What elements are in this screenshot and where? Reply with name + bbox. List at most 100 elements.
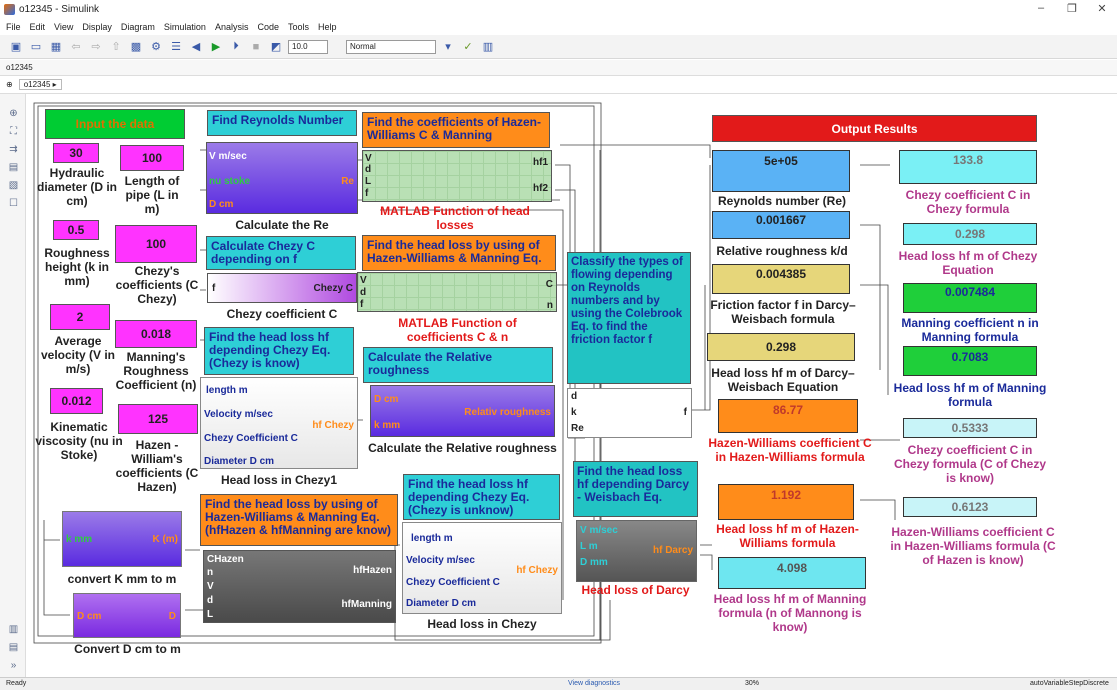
chezy2-port-velocity: Velocity m/sec — [406, 555, 475, 566]
menu-help[interactable]: Help — [318, 22, 337, 32]
stop-time-input[interactable]: 10.0 — [288, 39, 328, 54]
input-data-header[interactable]: Input the data — [45, 109, 185, 139]
model-explorer-icon[interactable]: ☰ — [168, 39, 184, 55]
manning-formula-display[interactable]: 0.7083 — [903, 346, 1037, 376]
solver-name[interactable]: autoVariableStepDiscrete — [1030, 678, 1109, 690]
back-icon[interactable]: ⇦ — [68, 39, 84, 55]
hazen-coefficient-constant[interactable]: 125 — [118, 404, 198, 434]
hide-browser-icon[interactable]: ⊕ — [6, 80, 13, 89]
step-back-icon[interactable]: ◀ — [188, 39, 204, 55]
menu-bar: File Edit View Display Diagram Simulatio… — [0, 19, 1117, 35]
new-model-icon[interactable]: ▣ — [8, 39, 24, 55]
darcy-headloss-display[interactable]: 0.298 — [707, 333, 855, 361]
hazen-c-display[interactable]: 86.77 — [718, 399, 858, 433]
save-icon[interactable]: ▦ — [48, 39, 64, 55]
zoom-icon[interactable]: ⊕ — [7, 108, 20, 120]
relative-roughness-display[interactable]: 0.001667 — [712, 211, 850, 239]
check-model-icon[interactable]: ✓ — [460, 39, 476, 55]
roughness-height-constant[interactable]: 0.5 — [53, 220, 99, 240]
menu-tools[interactable]: Tools — [288, 22, 309, 32]
chezy-coefficient-constant[interactable]: 100 — [115, 225, 197, 263]
menu-view[interactable]: View — [54, 22, 73, 32]
simulation-mode-select[interactable]: Normal — [346, 39, 436, 54]
darcy-port-v: V m/sec — [580, 525, 618, 536]
close-button[interactable]: ✕ — [1092, 2, 1112, 15]
area-icon[interactable]: ☐ — [7, 198, 20, 210]
menu-diagram[interactable]: Diagram — [121, 22, 155, 32]
breadcrumb[interactable]: o12345 ▸ — [18, 79, 62, 90]
chevron-down-icon[interactable]: ▾ — [440, 39, 456, 55]
minimize-button[interactable]: – — [1031, 2, 1051, 14]
chezy-f-block[interactable]: f Chezy C — [207, 273, 357, 303]
chezy1-title[interactable]: Find the head loss hf depending Chezy Eq… — [204, 327, 354, 375]
output-results-header[interactable]: Output Results — [712, 115, 1037, 142]
manning-headloss-display[interactable]: 4.098 — [718, 557, 866, 589]
pipe-length-constant[interactable]: 100 — [120, 145, 184, 171]
chezy-headloss-display[interactable]: 0.298 — [903, 223, 1037, 245]
menu-analysis[interactable]: Analysis — [215, 22, 249, 32]
reynolds-display-label: Reynolds number (Re) — [717, 194, 846, 208]
up-icon[interactable]: ⇧ — [108, 39, 124, 55]
expand-icon[interactable]: » — [7, 660, 20, 672]
maximize-button[interactable]: ❐ — [1062, 2, 1082, 15]
kinematic-viscosity-constant[interactable]: 0.012 — [50, 388, 103, 414]
run-icon[interactable]: ▶ — [208, 39, 224, 55]
reynolds-display[interactable]: 5e+05 — [712, 150, 850, 192]
chezy2-title[interactable]: Find the head loss hf depending Chezy Eq… — [403, 474, 560, 520]
coefficients-function-block[interactable]: V d f C n — [357, 272, 557, 312]
manning-coefficient-constant[interactable]: 0.018 — [115, 320, 197, 348]
convert-d-port-out: D — [168, 611, 176, 622]
forward-icon[interactable]: ⇨ — [88, 39, 104, 55]
menu-simulation[interactable]: Simulation — [164, 22, 206, 32]
hazen-headloss-display[interactable]: 1.192 — [718, 484, 854, 520]
property-inspector-icon[interactable]: ▤ — [7, 642, 20, 654]
manning-formula-label: Head loss hf m of Manning formula — [893, 381, 1047, 409]
friction-factor-display[interactable]: 0.004385 — [712, 264, 850, 294]
open-icon[interactable]: ▭ — [28, 39, 44, 55]
reynolds-port-v: V m/sec — [209, 151, 247, 162]
hazen-known-display[interactable]: 0.6123 — [903, 497, 1037, 517]
reynolds-block[interactable]: V m/sec nu stoke D cm Re — [206, 142, 358, 214]
rel-rough-block[interactable]: D cm k mm Relativ roughness — [370, 385, 555, 437]
image-icon[interactable]: ▧ — [7, 180, 20, 192]
menu-code[interactable]: Code — [257, 22, 279, 32]
menu-edit[interactable]: Edit — [30, 22, 46, 32]
step-forward-icon[interactable]: ⏵ — [228, 39, 244, 55]
gear-icon[interactable]: ⚙ — [148, 39, 164, 55]
chezy-f-title[interactable]: Calculate Chezy C depending on f — [206, 236, 356, 270]
reynolds-title[interactable]: Find Reynolds Number — [207, 110, 357, 136]
arrow-icon[interactable]: ⇉ — [7, 144, 20, 156]
colebrook-port-f: f — [683, 407, 687, 418]
model-tab[interactable]: o12345 — [0, 60, 1117, 76]
hazen-coef-title[interactable]: Find the coefficients of Hazen-Williams … — [362, 112, 550, 148]
hazen2-block[interactable]: CHazen n V d L hfHazen hfManning — [203, 550, 396, 623]
rel-rough-title[interactable]: Calculate the Relative roughness — [363, 347, 553, 383]
manning-n-display[interactable]: 0.007484 — [903, 283, 1037, 313]
fit-view-icon[interactable]: ⛶ — [7, 126, 20, 138]
convert-k-block[interactable]: k mm K (m) — [62, 511, 182, 567]
scope-icon[interactable]: ◩ — [268, 39, 284, 55]
chezy2-block[interactable]: length m Velocity m/sec Chezy Coefficien… — [402, 522, 562, 614]
convert-d-block[interactable]: D cm D — [73, 593, 181, 638]
chezy1-block[interactable]: length m Velocity m/sec Chezy Coefficien… — [200, 377, 358, 469]
classify-title[interactable]: Classify the types of flowing depending … — [567, 252, 691, 384]
stop-icon[interactable]: ■ — [248, 39, 264, 55]
average-velocity-constant[interactable]: 2 — [50, 304, 110, 330]
menu-file[interactable]: File — [6, 22, 21, 32]
data-inspector-icon[interactable]: ▥ — [480, 39, 496, 55]
menu-display[interactable]: Display — [82, 22, 112, 32]
darcy-title[interactable]: Find the head loss hf depending Darcy - … — [573, 461, 698, 517]
chezy1-port-chezy: Chezy Coefficient C — [204, 433, 298, 444]
annotation-icon[interactable]: ▤ — [7, 162, 20, 174]
hazen-hl-title[interactable]: Find the head loss by using of Hazen-Wil… — [362, 235, 556, 271]
model-browser-icon[interactable]: ▥ — [7, 624, 20, 636]
hazen2-title[interactable]: Find the head loss by using of Hazen-Wil… — [200, 494, 398, 546]
library-browser-icon[interactable]: ▩ — [128, 39, 144, 55]
chezy-c-display[interactable]: 133.8 — [899, 150, 1037, 184]
darcy-block[interactable]: V m/sec L m D mm hf Darcy — [576, 520, 697, 582]
view-diagnostics-link[interactable]: View diagnostics — [568, 678, 620, 690]
chezy-known-display[interactable]: 0.5333 — [903, 418, 1037, 438]
hydraulic-diameter-constant[interactable]: 30 — [53, 143, 99, 163]
colebrook-block[interactable]: d k Re f — [567, 388, 692, 438]
head-losses-function-block[interactable]: V d L f hf1 hf2 — [362, 150, 552, 202]
